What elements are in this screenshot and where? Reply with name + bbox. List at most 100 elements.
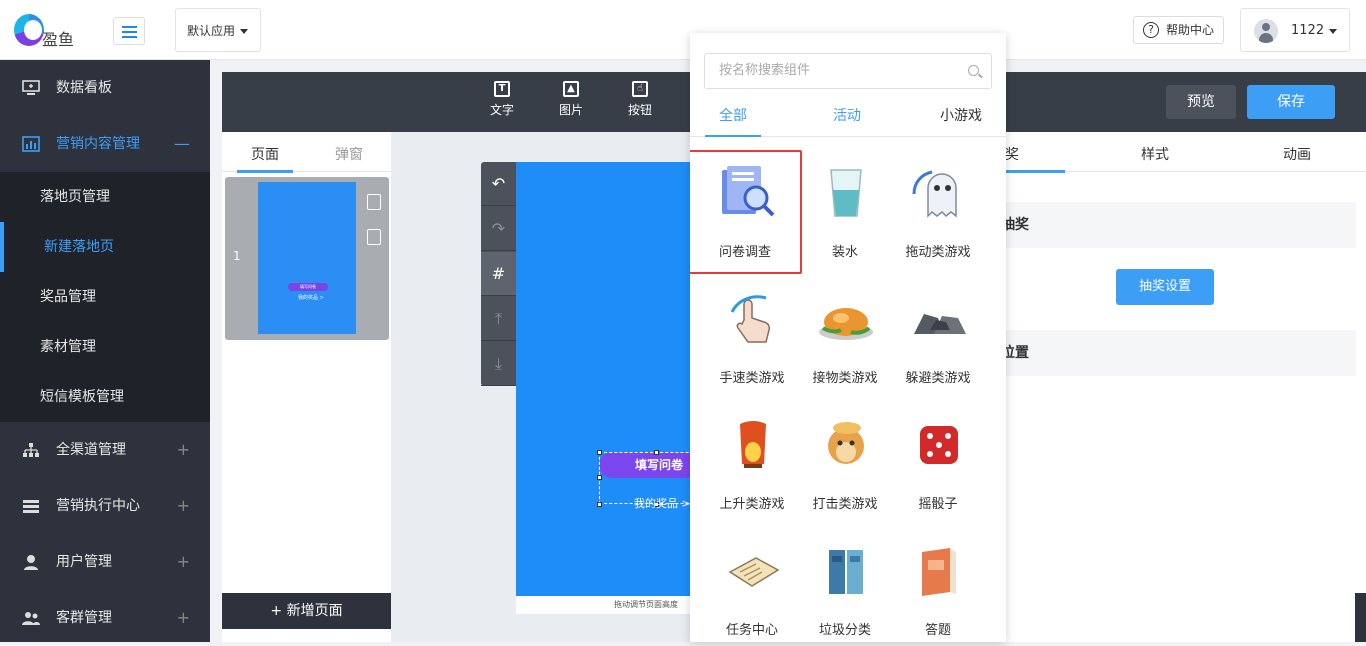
sidebar-item-new-landing-page[interactable]: 新建落地页 — [0, 222, 210, 272]
sidebar-item-segments[interactable]: 客群管理 + — [0, 590, 210, 646]
sidebar-item-materials[interactable]: 素材管理 — [0, 322, 210, 372]
component-garbage-sorting[interactable]: 垃圾分类 — [797, 530, 893, 642]
resize-handle[interactable] — [597, 475, 602, 480]
component-hit-game[interactable]: 打击类游戏 — [797, 404, 893, 522]
component-drag-game[interactable]: 拖动类游戏 — [890, 152, 986, 270]
lantern-icon — [740, 421, 766, 468]
sidebar-item-marketing-content[interactable]: 营销内容管理 — — [0, 116, 210, 172]
search-icon — [968, 65, 979, 76]
tab-activity[interactable]: 活动 — [833, 105, 861, 125]
ghost-icon — [912, 170, 957, 218]
component-task-center[interactable]: 任务中心 — [704, 530, 800, 642]
expand-icon: + — [176, 440, 190, 459]
resize-handle[interactable] — [654, 450, 659, 455]
component-dice[interactable]: 摇骰子 — [890, 404, 986, 522]
sidebar-item-label: 全渠道管理 — [56, 442, 126, 458]
component-label: 垃圾分类 — [818, 623, 871, 638]
tab-minigame[interactable]: 小游戏 — [940, 105, 982, 125]
redo-icon[interactable]: ↷ — [481, 207, 516, 251]
resize-handle[interactable] — [597, 450, 602, 455]
resize-handle[interactable] — [597, 502, 602, 507]
component-dodge-game[interactable]: 躲避类游戏 — [890, 278, 986, 396]
grid-icon[interactable]: # — [481, 252, 516, 296]
sidebar-item-landing-pages[interactable]: 落地页管理 — [0, 172, 210, 222]
save-button[interactable]: 保存 — [1247, 85, 1335, 119]
page-scrollbar[interactable] — [1355, 593, 1366, 642]
tab-style[interactable]: 样式 — [1141, 144, 1169, 164]
sidebar-item-label: 营销内容管理 — [56, 136, 140, 152]
sidebar-item-execution-center[interactable]: 营销执行中心 + — [0, 478, 210, 534]
hamburger-icon — [122, 26, 137, 28]
tab-popups[interactable]: 弹窗 — [335, 144, 363, 164]
component-survey[interactable]: 问卷调查 — [690, 150, 802, 274]
sidebar-item-sms-templates[interactable]: 短信模板管理 — [0, 372, 210, 422]
add-button-tool[interactable]: ☝ 按钮 — [620, 81, 660, 118]
logo-text: 盈鱼 — [42, 30, 75, 49]
org-tree-icon — [23, 443, 39, 457]
page-number: 1 — [233, 249, 241, 263]
app-selector[interactable]: 默认应用 — [175, 8, 261, 52]
component-quiz[interactable]: 答题 — [890, 530, 986, 642]
undo-icon[interactable]: ↶ — [481, 162, 516, 206]
move-bottom-icon[interactable]: ⤓ — [481, 342, 516, 386]
expand-icon: + — [176, 496, 190, 515]
help-center-button[interactable]: ? 帮助中心 — [1133, 16, 1224, 44]
dice-icon — [920, 426, 958, 464]
component-search-input[interactable]: 按名称搜索组件 — [704, 53, 992, 89]
collapse-icon: — — [174, 134, 190, 153]
my-prize-link[interactable]: 我的奖品 > — [634, 495, 691, 511]
component-tabs: 全部 活动 小游戏 — [690, 95, 1006, 137]
thumbnail-link: 我的奖品 > — [298, 295, 324, 301]
copy-icon[interactable] — [367, 229, 381, 245]
properties-tabs: 抽奖 样式 动画 — [955, 132, 1366, 173]
trash-bins-icon — [829, 550, 863, 594]
clipboard-icon — [728, 557, 780, 587]
sidebar-item-users[interactable]: 用户管理 + — [0, 534, 210, 590]
move-top-icon[interactable]: ⤒ — [481, 297, 516, 341]
sidebar-item-dashboard[interactable]: 数据看板 — [0, 60, 210, 116]
tab-animation[interactable]: 动画 — [1283, 144, 1311, 164]
properties-panel: 抽奖 样式 动画 抽奖 抽奖设置 位置 — [955, 132, 1366, 642]
component-label: 任务中心 — [725, 623, 778, 638]
help-label: 帮助中心 — [1166, 23, 1215, 37]
app-selector-label: 默认应用 — [187, 24, 236, 38]
page-canvas[interactable]: 填写问卷 我的奖品 > — [516, 162, 719, 596]
menu-toggle-button[interactable] — [113, 17, 145, 45]
component-picker: 按名称搜索组件 全部 活动 小游戏 问卷调查 装水 拖动类游戏 手速类游戏 接物… — [690, 33, 1006, 642]
survey-icon — [722, 166, 775, 217]
section-position: 位置 — [991, 330, 1356, 376]
drag-resize-hint[interactable]: 拖动调节页面高度 — [516, 596, 706, 614]
lottery-settings-button[interactable]: 抽奖设置 — [1116, 269, 1214, 305]
component-speed-game[interactable]: 手速类游戏 — [704, 278, 800, 396]
trash-icon[interactable] — [367, 194, 381, 210]
avatar — [1254, 19, 1278, 43]
tab-all[interactable]: 全部 — [705, 105, 761, 137]
page-thumbnail[interactable]: 1 填写问卷 我的奖品 > — [225, 177, 389, 340]
sidebar-item-omnichannel[interactable]: 全渠道管理 + — [0, 422, 210, 478]
sidebar-item-label: 客群管理 — [56, 610, 112, 626]
user-menu[interactable]: 1122 — [1240, 8, 1350, 52]
logo[interactable]: 盈鱼 — [14, 12, 84, 49]
user-name: 1122 — [1291, 23, 1325, 38]
add-text-tool[interactable]: T 文字 — [482, 81, 522, 118]
thumbnail-screen: 填写问卷 我的奖品 > — [258, 182, 356, 334]
user-icon — [24, 555, 38, 570]
section-lottery: 抽奖 — [991, 202, 1356, 248]
add-page-button[interactable]: + 新增页面 — [222, 593, 391, 629]
sidebar-item-prizes[interactable]: 奖品管理 — [0, 272, 210, 322]
add-image-tool[interactable]: ▲ 图片 — [551, 81, 591, 118]
question-icon: ? — [1143, 22, 1159, 38]
preview-button[interactable]: 预览 — [1166, 85, 1236, 119]
canvas-tools: ↶ ↷ # ⤒ ⤓ — [481, 162, 516, 386]
logo-mark-icon — [14, 14, 44, 46]
pages-panel: 页面 弹窗 1 填写问卷 我的奖品 > + 新增页面 — [222, 132, 391, 642]
pointer-icon: ☝ — [632, 81, 648, 97]
component-water[interactable]: 装水 — [797, 152, 893, 270]
sidebar-item-label: 营销执行中心 — [56, 498, 140, 514]
sidebar-item-label: 用户管理 — [56, 554, 112, 570]
component-label: 打击类游戏 — [812, 497, 878, 512]
component-rise-game[interactable]: 上升类游戏 — [704, 404, 800, 522]
group-icon — [22, 612, 40, 625]
tab-pages[interactable]: 页面 — [237, 144, 293, 173]
component-catch-game[interactable]: 接物类游戏 — [797, 278, 893, 396]
